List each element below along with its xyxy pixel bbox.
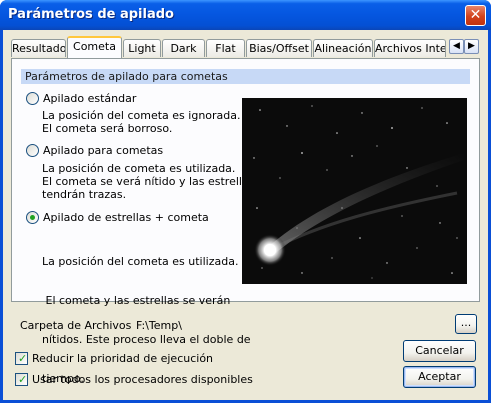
folder-label: Carpeta de Archivos [20,319,132,332]
comet-image [242,98,467,284]
tab-archivos-intermedios[interactable]: Archivos Interr [374,39,446,57]
description-line: El cometa y las estrellas se verán [42,294,231,307]
tab-scroll-left-button[interactable]: ◀ [449,39,464,54]
close-icon: ✕ [469,7,482,23]
browse-button[interactable]: ... [455,314,477,334]
option-label: Apilado de estrellas + cometa [43,211,209,224]
tab-scroll-right-button[interactable]: ▶ [464,39,479,54]
chevron-right-icon: ▶ [468,41,475,51]
option-label: Apilado para cometas [43,144,164,157]
title-bar[interactable]: Parámetros de apilado ✕ [0,0,491,30]
window-title: Parámetros de apilado [8,7,174,22]
option-description: La posición del cometa es ignorada. El c… [42,109,241,135]
checkbox[interactable]: ✓ [15,352,28,365]
description-line: tendrán trazas. [42,188,127,201]
tab-dark[interactable]: Dark [162,39,205,57]
description-line: La posición del cometa es ignorada. [42,109,241,122]
radio-button[interactable] [26,92,39,105]
tab-alineacion[interactable]: Alineación [313,39,373,57]
ok-button[interactable]: Aceptar [403,366,476,388]
dialog-body: Resultado Cometa Light Dark Flat Bias/Of… [3,30,488,400]
group-header: Parámetros de apilado para cometas [21,69,470,84]
tab-bias-offset[interactable]: Bias/Offset [246,39,312,57]
check-icon: ✓ [18,373,28,386]
radio-button-selected[interactable] [26,211,39,224]
chevron-left-icon: ◀ [453,41,460,51]
tab-resultado[interactable]: Resultado [11,39,66,57]
option-description: La posición de cometa es utilizada. El c… [42,162,254,201]
description-line: El cometa se verá nítido y las estrellas [42,175,255,188]
checkbox[interactable]: ✓ [15,373,28,386]
description-line: La posición del cometa es utilizada. [42,255,239,268]
description-line: El cometa será borroso. [42,122,173,135]
close-button[interactable]: ✕ [465,5,486,26]
check-icon: ✓ [18,352,28,365]
option-label: Apilado estándar [43,92,137,105]
checkbox-label: Reducir la prioridad de ejecución [32,352,214,365]
dialog-window: Parámetros de apilado ✕ Resultado Cometa… [0,0,491,403]
description-line: La posición de cometa es utilizada. [42,162,236,175]
description-line: nítidos. Este proceso lleva el doble de [42,333,251,346]
checkbox-label: Usar todos los procesadores disponibles [32,373,253,386]
tab-flat[interactable]: Flat [206,39,245,57]
cancel-button[interactable]: Cancelar [403,340,476,362]
tab-light[interactable]: Light [123,39,161,57]
tab-cometa[interactable]: Cometa [67,36,122,58]
radio-button[interactable] [26,144,39,157]
folder-path: F:\Temp\ [136,319,182,332]
